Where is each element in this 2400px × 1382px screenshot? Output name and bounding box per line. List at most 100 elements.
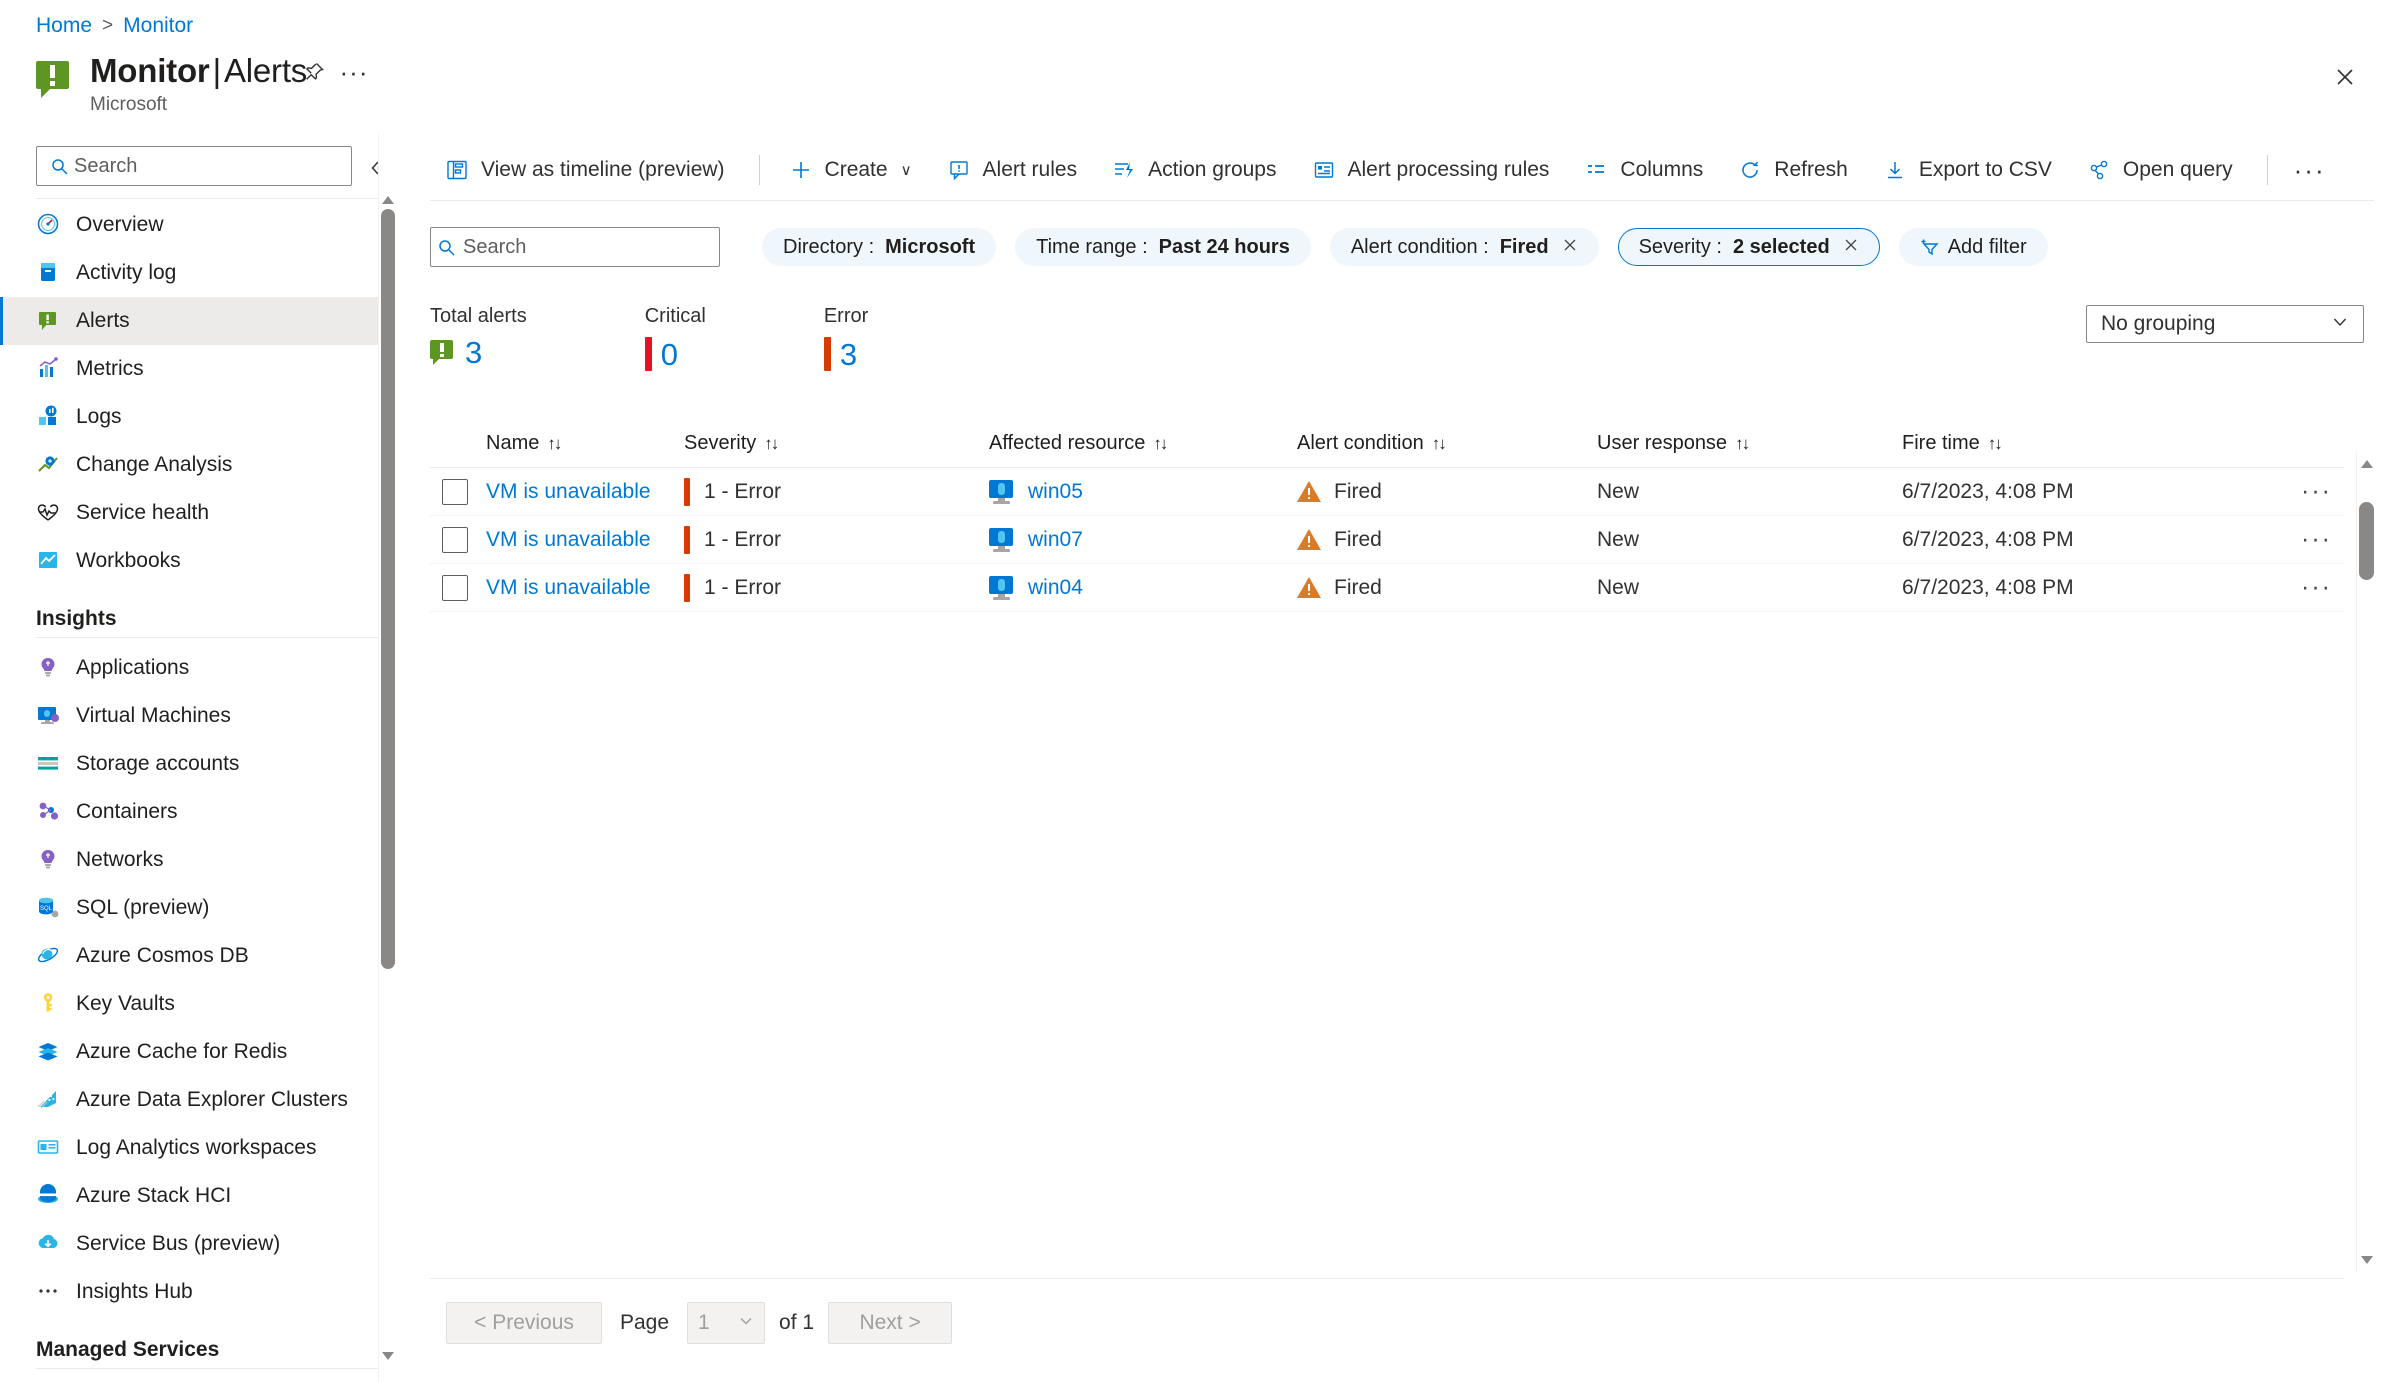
table-scrollbar[interactable]: [2356, 452, 2376, 1272]
sort-icon: ↑↓: [547, 433, 562, 453]
previous-page-button[interactable]: < Previous: [446, 1302, 602, 1344]
sidebar-item-log-analytics-workspaces[interactable]: Log Analytics workspaces: [0, 1124, 395, 1172]
search-input[interactable]: [72, 153, 322, 179]
column-header-user-response[interactable]: User response ↑↓: [1597, 432, 1902, 455]
data-explorer-icon: [36, 1087, 62, 1113]
column-header-affected-resource[interactable]: Affected resource ↑↓: [989, 432, 1297, 455]
sidebar-item-storage-accounts[interactable]: Storage accounts: [0, 740, 395, 788]
sidebar-scrollbar[interactable]: [378, 134, 396, 1382]
sidebar-item-label: SQL (preview): [76, 896, 210, 919]
alert-name-link[interactable]: VM is unavailable: [486, 480, 651, 503]
action-groups-button[interactable]: Action groups: [1097, 148, 1290, 192]
sidebar-item-service-health[interactable]: Service health: [0, 489, 395, 537]
sidebar-item-applications[interactable]: Applications: [0, 644, 395, 692]
filter-pill-time-range[interactable]: Time range : Past 24 hours: [1015, 228, 1311, 266]
sidebar-item-azure-cache-for-redis[interactable]: Azure Cache for Redis: [0, 1028, 395, 1076]
table-row[interactable]: VM is unavailable 1 - Error win04 Fired …: [430, 564, 2344, 612]
sidebar-item-logs[interactable]: Logs: [0, 393, 395, 441]
row-checkbox[interactable]: [442, 526, 468, 553]
sidebar-item-alerts[interactable]: Alerts: [0, 297, 395, 345]
sidebar-search[interactable]: [36, 146, 352, 186]
scroll-up-icon[interactable]: [2361, 460, 2373, 468]
alert-rules-button[interactable]: Alert rules: [932, 148, 1092, 192]
scroll-up-icon[interactable]: [382, 194, 394, 204]
scroll-thumb[interactable]: [2359, 502, 2374, 580]
pin-icon[interactable]: [300, 58, 328, 86]
create-button[interactable]: Create ∨: [774, 148, 926, 192]
table-row[interactable]: VM is unavailable 1 - Error win07 Fired …: [430, 516, 2344, 564]
row-more-icon[interactable]: ···: [2301, 575, 2332, 600]
filter-pill-alert-condition[interactable]: Alert condition : Fired: [1329, 228, 1599, 266]
sidebar-item-azure-stack-hci[interactable]: Azure Stack HCI: [0, 1172, 395, 1220]
column-header-alert-condition[interactable]: Alert condition ↑↓: [1297, 432, 1597, 455]
row-more-icon[interactable]: ···: [2301, 479, 2332, 504]
open-query-button[interactable]: Open query: [2072, 148, 2247, 192]
next-page-button[interactable]: Next >: [828, 1302, 953, 1344]
alert-processing-rules-button[interactable]: Alert processing rules: [1297, 148, 1564, 192]
sidebar-item-containers[interactable]: Containers: [0, 788, 395, 836]
add-filter-button[interactable]: Add filter: [1898, 228, 2048, 266]
sidebar-group-insights: Insights: [36, 607, 117, 630]
column-header-severity[interactable]: Severity ↑↓: [684, 432, 989, 455]
view-as-timeline-button[interactable]: View as timeline (preview): [430, 148, 739, 192]
sidebar-item-label: Overview: [76, 213, 164, 236]
alerts-search[interactable]: [430, 227, 720, 267]
alert-name-link[interactable]: VM is unavailable: [486, 528, 651, 551]
service-bus-icon: [36, 1231, 62, 1257]
sidebar-item-workbooks[interactable]: Workbooks: [0, 537, 395, 585]
sidebar-item-metrics[interactable]: Metrics: [0, 345, 395, 393]
sidebar-item-networks[interactable]: Networks: [0, 836, 395, 884]
alert-icon: [430, 339, 456, 366]
alerts-search-input[interactable]: [461, 234, 691, 260]
row-more-icon[interactable]: ···: [2301, 527, 2332, 552]
sidebar-item-azure-cosmos-db[interactable]: Azure Cosmos DB: [0, 932, 395, 980]
page-number-select[interactable]: 1: [687, 1302, 766, 1344]
filter-pill-severity[interactable]: Severity : 2 selected: [1617, 228, 1880, 266]
affected-resource-link[interactable]: win07: [1028, 528, 1083, 552]
filter-pill-label: Severity :: [1638, 235, 1722, 258]
sidebar-item-sql-preview[interactable]: SQL SQL (preview): [0, 884, 395, 932]
sidebar-item-label: Applications: [76, 656, 190, 679]
summary-label: Error: [823, 305, 869, 327]
alert-rules-label: Alert rules: [982, 158, 1078, 181]
filter-pill-directory[interactable]: Directory : Microsoft: [762, 228, 997, 266]
command-more-button[interactable]: ···: [2282, 148, 2338, 192]
sidebar-item-key-vaults[interactable]: Key Vaults: [0, 980, 395, 1028]
alert-name-link[interactable]: VM is unavailable: [486, 576, 651, 599]
alert-summary: Total alerts 3 Critical 0 Error 3: [430, 305, 986, 371]
column-header-fire-time[interactable]: Fire time ↑↓: [1902, 432, 2207, 455]
scroll-down-icon[interactable]: [382, 1352, 394, 1362]
network-bulb-icon: [36, 847, 62, 873]
breadcrumb-monitor[interactable]: Monitor: [123, 14, 193, 38]
breadcrumb-home[interactable]: Home: [36, 14, 92, 38]
export-to-csv-button[interactable]: Export to CSV: [1868, 148, 2066, 192]
close-icon[interactable]: [1562, 236, 1578, 259]
affected-resource-link[interactable]: win05: [1028, 480, 1083, 504]
close-icon[interactable]: [1843, 236, 1859, 259]
affected-resource-link[interactable]: win04: [1028, 576, 1083, 600]
grouping-select[interactable]: No grouping: [2086, 305, 2364, 343]
sidebar-group-managed-services: Managed Services: [36, 1338, 220, 1361]
scroll-down-icon[interactable]: [2361, 1256, 2373, 1264]
sidebar-item-azure-data-explorer-clusters[interactable]: Azure Data Explorer Clusters: [0, 1076, 395, 1124]
sidebar-item-insights-hub[interactable]: Insights Hub: [0, 1268, 395, 1316]
close-icon[interactable]: [2328, 60, 2362, 94]
alert-processing-rules-label: Alert processing rules: [1347, 158, 1550, 181]
scroll-thumb[interactable]: [381, 209, 395, 969]
filter-pill-label: Alert condition :: [1350, 235, 1489, 258]
row-checkbox[interactable]: [442, 478, 468, 505]
sidebar-item-service-bus-preview[interactable]: Service Bus (preview): [0, 1220, 395, 1268]
refresh-button[interactable]: Refresh: [1723, 148, 1862, 192]
sidebar-item-change-analysis[interactable]: Change Analysis: [0, 441, 395, 489]
redis-cache-icon: [36, 1039, 62, 1065]
sidebar-item-virtual-machines[interactable]: Virtual Machines: [0, 692, 395, 740]
page-title: Monitor|Alerts Microsoft: [36, 52, 307, 116]
columns-button[interactable]: Columns: [1569, 148, 1717, 192]
sidebar-item-activity-log[interactable]: Activity log: [0, 249, 395, 297]
page-more-icon[interactable]: ···: [340, 57, 368, 87]
table-row[interactable]: VM is unavailable 1 - Error win05 Fired …: [430, 468, 2344, 516]
page-title-secondary: Alerts: [223, 52, 308, 89]
row-checkbox[interactable]: [442, 574, 468, 601]
column-header-name[interactable]: Name ↑↓: [486, 432, 684, 455]
sidebar-item-overview[interactable]: Overview: [0, 201, 395, 249]
